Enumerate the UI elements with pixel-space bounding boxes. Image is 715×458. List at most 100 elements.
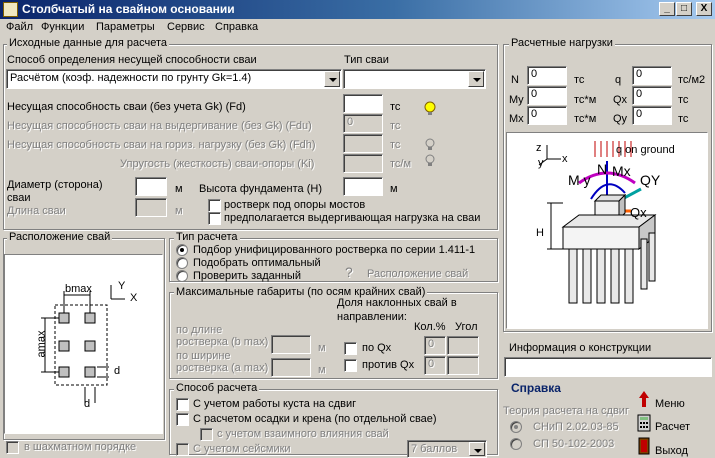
menu-help[interactable]: Справка xyxy=(215,21,258,33)
calc-method-title: Способ расчета xyxy=(174,382,260,394)
fd-input[interactable] xyxy=(343,94,383,113)
fig-qx: Qx xyxy=(630,205,647,220)
close-button[interactable]: X xyxy=(696,2,712,16)
arrow-up-icon[interactable] xyxy=(638,390,650,408)
help-title[interactable]: Справка xyxy=(511,381,561,395)
bulb-icon[interactable] xyxy=(423,101,437,117)
fig-n: N xyxy=(597,161,608,177)
qx-unit: тс xyxy=(678,94,689,106)
incline-count-header: Кол.% xyxy=(414,321,446,333)
fdh-input[interactable] xyxy=(343,134,383,153)
diameter-input[interactable] xyxy=(135,177,167,196)
n-input[interactable]: 0 xyxy=(527,66,567,85)
calc-type-radio-unified[interactable] xyxy=(176,244,188,256)
loads-title: Расчетные нагрузки xyxy=(509,37,615,49)
bmax-input[interactable] xyxy=(271,335,311,354)
qy-label: Qy xyxy=(613,113,628,125)
menu-bar: Файл Функции Параметры Сервис Справка xyxy=(0,19,715,37)
seismic-select-value: 7 баллов xyxy=(411,443,458,455)
calc-type-radio-optimal[interactable] xyxy=(176,257,188,269)
help-question-icon[interactable]: ? xyxy=(345,264,353,280)
against-qx-angle-input[interactable] xyxy=(447,356,479,375)
menu-button[interactable]: Меню xyxy=(655,398,685,410)
calc-type-check-label: Проверить заданный xyxy=(193,270,301,282)
my-input[interactable]: 0 xyxy=(527,86,567,105)
menu-parameters[interactable]: Параметры xyxy=(96,21,155,33)
q-label: q xyxy=(615,74,622,86)
qx-input[interactable]: 0 xyxy=(632,86,672,105)
settlement-checkbox[interactable] xyxy=(176,413,189,426)
fig-mx: Mx xyxy=(612,163,631,179)
bmax-unit: м xyxy=(318,342,326,354)
menu-service[interactable]: Сервис xyxy=(167,21,205,33)
minimize-button[interactable]: _ xyxy=(659,2,675,16)
calc-type-radio-check[interactable] xyxy=(176,270,188,282)
against-qx-checkbox[interactable] xyxy=(344,359,357,372)
against-qx-count-input[interactable]: 0 xyxy=(424,356,446,375)
ki-input[interactable] xyxy=(343,154,383,173)
theory-radio-snip[interactable] xyxy=(510,421,522,433)
mutual-influence-label: с учетом взаимного влияния свай xyxy=(217,428,389,440)
staggered-checkbox[interactable] xyxy=(6,441,19,454)
fdu-unit: тс xyxy=(390,120,401,132)
height-label: Высота фундамента (H) xyxy=(199,183,322,195)
method-select[interactable]: Расчётом (коэф. надежности по грунту Gk=… xyxy=(6,69,342,89)
q-unit: тс/м2 xyxy=(678,74,706,86)
arrangement-link-label[interactable]: Расположение свай xyxy=(367,268,468,280)
q-input[interactable]: 0 xyxy=(632,66,672,85)
shear-checkbox[interactable] xyxy=(176,398,189,411)
theory-radio-sp[interactable] xyxy=(510,438,522,450)
bulb-off-icon[interactable] xyxy=(424,154,436,168)
fdu-input[interactable]: 0 xyxy=(343,114,383,133)
pile-type-select[interactable] xyxy=(343,69,486,89)
arrangement-title: Расположение свай xyxy=(7,231,113,243)
along-qx-label: по Qx xyxy=(362,342,392,354)
bulb-off-icon[interactable] xyxy=(424,138,436,152)
seismic-checkbox[interactable] xyxy=(176,443,189,456)
along-qx-count-input[interactable]: 0 xyxy=(424,336,446,355)
exit-door-icon[interactable] xyxy=(637,437,651,455)
height-input[interactable] xyxy=(343,177,383,196)
along-qx-checkbox[interactable] xyxy=(344,342,357,355)
chevron-down-icon[interactable] xyxy=(468,71,484,87)
fig-qy: QY xyxy=(640,172,661,188)
ki-label: Упругость (жесткость) сваи-опоры (Ki) xyxy=(120,158,315,170)
length-input[interactable] xyxy=(135,198,167,217)
mutual-influence-checkbox[interactable] xyxy=(200,428,213,441)
length-unit: м xyxy=(175,205,183,217)
chevron-down-icon[interactable] xyxy=(324,71,340,87)
exit-button[interactable]: Выход xyxy=(655,445,688,457)
diameter-unit: м xyxy=(175,183,183,195)
calc-button[interactable]: Расчет xyxy=(655,421,690,433)
info-field[interactable] xyxy=(504,357,712,377)
chevron-down-icon[interactable] xyxy=(469,442,485,456)
along-qx-angle-input[interactable] xyxy=(447,336,479,355)
bridge-label: ростверк под опоры мостов xyxy=(224,199,366,211)
amax-input[interactable] xyxy=(271,358,311,377)
mx-input[interactable]: 0 xyxy=(527,106,567,125)
maximize-button[interactable]: □ xyxy=(676,2,692,16)
width-dim-label-1: по ширине xyxy=(176,350,231,362)
bridge-checkbox[interactable] xyxy=(208,199,221,212)
pile-type-label: Тип сваи xyxy=(344,54,389,66)
qy-input[interactable]: 0 xyxy=(632,106,672,125)
pullout-checkbox[interactable] xyxy=(208,212,221,225)
diameter-label-1: Диаметр (сторона) xyxy=(7,179,103,191)
settlement-label: С расчетом осадки и крена (по отдельной … xyxy=(193,413,437,425)
against-qx-label: против Qx xyxy=(362,359,415,371)
seismic-select[interactable]: 7 баллов xyxy=(407,440,487,458)
staggered-label: в шахматном порядке xyxy=(24,441,137,453)
calculator-icon[interactable] xyxy=(637,414,651,432)
my-label: My xyxy=(509,94,524,106)
height-unit: м xyxy=(390,183,398,195)
menu-file[interactable]: Файл xyxy=(6,21,33,33)
fdu-label: Несущая способность сваи на выдергивание… xyxy=(7,120,312,132)
length-dim-label-1: по длине xyxy=(176,324,223,336)
shear-label: С учетом работы куста на сдвиг xyxy=(193,398,357,410)
theory-label: Теория расчета на сдвиг xyxy=(503,405,629,417)
menu-functions[interactable]: Функции xyxy=(41,21,84,33)
x-axis-label: X xyxy=(130,292,138,304)
width-dim-label-2: ростверка (a max) xyxy=(176,362,269,374)
d-label-2: d xyxy=(84,398,91,410)
d-label-1: d xyxy=(114,365,121,377)
